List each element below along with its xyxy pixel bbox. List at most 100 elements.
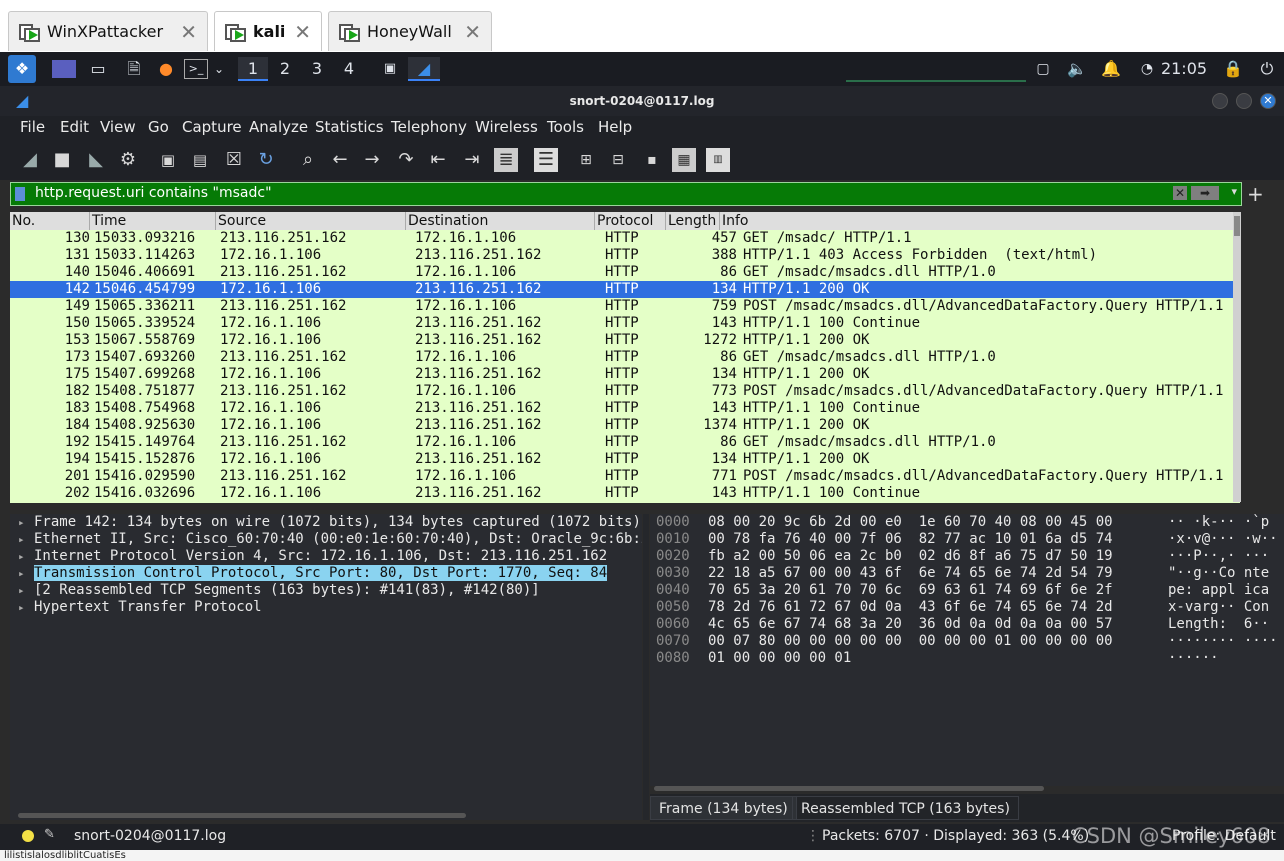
terminal-icon[interactable]: >_ [184, 59, 208, 79]
detail-tree-item[interactable]: ▸ Hypertext Transfer Protocol [10, 599, 642, 616]
expert-info-icon[interactable] [22, 830, 34, 842]
vm-tab-kali[interactable]: kali ✕ [214, 11, 322, 51]
save-file-icon[interactable]: ▤ [188, 148, 212, 172]
packet-row[interactable]: 131 15033.114263 172.16.1.106 213.116.251.1… [10, 247, 1240, 264]
hex-bytes[interactable]: 70 65 3a 20 61 70 70 6c 69 63 61 74 69 6… [708, 582, 1168, 599]
bell-icon[interactable]: 🔔 [1100, 57, 1122, 81]
menu-tools[interactable]: Tools [547, 118, 584, 136]
hex-ascii[interactable]: ·x·v@··· ·w·· [1168, 531, 1278, 548]
packet-row[interactable]: 175 15407.699268 172.16.1.106 213.116.251.1… [10, 366, 1240, 383]
close-icon[interactable]: ✕ [464, 20, 481, 44]
col-time[interactable]: Time [90, 212, 216, 230]
desktop-icon[interactable] [52, 60, 76, 78]
packet-row[interactable]: 142 15046.454799 172.16.1.106 213.116.251.1… [10, 281, 1240, 298]
go-to-packet-icon[interactable]: ↷ [394, 148, 418, 172]
expand-arrow-icon[interactable]: ▸ [18, 514, 34, 531]
terminal-window-icon[interactable]: ▣ [378, 57, 402, 81]
hex-bytes[interactable]: fb a2 00 50 06 ea 2c b0 02 d6 8f a6 75 d… [708, 548, 1168, 565]
bytes-scrollbar[interactable] [654, 786, 1044, 791]
normal-size-icon[interactable]: ▪ [640, 148, 664, 172]
packet-row[interactable]: 192 15415.149764 213.116.251.162 172.16.1.1… [10, 434, 1240, 451]
firefox-icon[interactable]: ● [154, 57, 178, 81]
first-packet-icon[interactable]: ⇤ [426, 148, 450, 172]
details-scrollbar[interactable] [18, 813, 466, 818]
hex-ascii[interactable]: ···P··,· ··· [1168, 548, 1269, 565]
packet-row[interactable]: 130 15033.093216 213.116.251.162 172.16.1.1… [10, 230, 1240, 247]
hex-bytes[interactable]: 00 07 80 00 00 00 00 00 00 00 00 01 00 0… [708, 633, 1168, 650]
col-destination[interactable]: Destination [406, 212, 595, 230]
text-editor-icon[interactable]: 🗎 [122, 57, 146, 81]
autoscroll-icon[interactable]: ≣ [494, 148, 518, 172]
packet-row[interactable]: 153 15067.558769 172.16.1.106 213.116.251.1… [10, 332, 1240, 349]
volume-icon[interactable]: 🔈 [1066, 57, 1088, 81]
lock-icon[interactable]: 🔒 [1222, 57, 1244, 81]
menu-go[interactable]: Go [148, 118, 169, 136]
expand-arrow-icon[interactable]: ▸ [18, 531, 34, 548]
packet-row[interactable]: 201 15416.029590 213.116.251.162 172.16.1.1… [10, 468, 1240, 485]
menu-statistics[interactable]: Statistics [315, 118, 384, 136]
detail-tree-item[interactable]: ▸ Internet Protocol Version 4, Src: 172.1… [10, 548, 642, 565]
maximize-button[interactable] [1236, 93, 1252, 109]
display-filter-bar[interactable]: http.request.uri contains "msadc" ✕ ➡ ▾ [10, 182, 1242, 206]
layout-icon[interactable]: ▥ [706, 148, 730, 172]
detail-tree-item[interactable]: ▸ [2 Reassembled TCP Segments (163 bytes)… [10, 582, 642, 599]
minimize-button[interactable] [1212, 93, 1228, 109]
kali-menu-icon[interactable]: ❖ [8, 55, 36, 83]
close-button[interactable]: ✕ [1260, 93, 1276, 109]
packet-row[interactable]: 202 15416.032696 172.16.1.106 213.116.251.1… [10, 485, 1240, 502]
packet-row[interactable]: 183 15408.754968 172.16.1.106 213.116.251.1… [10, 400, 1240, 417]
add-filter-button[interactable]: + [1247, 182, 1264, 206]
menu-edit[interactable]: Edit [60, 118, 89, 136]
wireshark-window-icon[interactable]: ◢ [408, 57, 440, 81]
hex-ascii[interactable]: pe: appl ica [1168, 582, 1269, 599]
last-packet-icon[interactable]: ⇥ [460, 148, 484, 172]
workspace-4[interactable]: 4 [336, 57, 362, 81]
display-filter-input[interactable]: http.request.uri contains "msadc" [35, 185, 272, 201]
col-protocol[interactable]: Protocol [595, 212, 666, 230]
close-icon[interactable]: ✕ [294, 20, 311, 44]
tab-frame-bytes[interactable]: Frame (134 bytes) [650, 796, 797, 820]
packet-row[interactable]: 150 15065.339524 172.16.1.106 213.116.251.1… [10, 315, 1240, 332]
reload-file-icon[interactable]: ↻ [254, 148, 278, 172]
clear-filter-icon[interactable]: ✕ [1173, 186, 1187, 200]
display-icon[interactable]: ▢ [1032, 57, 1054, 81]
hex-ascii[interactable]: ·· ·k-·· ·`p [1168, 514, 1269, 531]
hex-bytes[interactable]: 78 2d 76 61 72 67 0d 0a 43 6f 6e 74 65 6… [708, 599, 1168, 616]
go-back-icon[interactable]: ← [328, 148, 352, 172]
menu-capture[interactable]: Capture [182, 118, 242, 136]
close-file-icon[interactable]: ☒ [222, 148, 246, 172]
hex-ascii[interactable]: ········ ···· [1168, 633, 1278, 650]
vm-tab-winxpattacker[interactable]: WinXPattacker ✕ [8, 11, 208, 51]
menu-analyze[interactable]: Analyze [249, 118, 308, 136]
pane-splitter[interactable] [643, 514, 649, 820]
hex-bytes[interactable]: 00 78 fa 76 40 00 7f 06 82 77 ac 10 01 6… [708, 531, 1168, 548]
hex-ascii[interactable]: x-varg·· Con [1168, 599, 1269, 616]
workspace-3[interactable]: 3 [304, 57, 330, 81]
hex-bytes[interactable]: 4c 65 6e 67 74 68 3a 20 36 0d 0a 0d 0a 0… [708, 616, 1168, 633]
stop-capture-icon[interactable]: ■ [50, 148, 74, 172]
chevron-down-icon[interactable]: ⌄ [212, 57, 226, 81]
menu-telephony[interactable]: Telephony [391, 118, 467, 136]
workspace-1[interactable]: 1 [238, 57, 268, 81]
close-icon[interactable]: ✕ [180, 20, 197, 44]
col-source[interactable]: Source [216, 212, 406, 230]
find-packet-icon[interactable]: ⌕ [296, 148, 320, 172]
detail-tree-item[interactable]: ▸ Transmission Control Protocol, Src Port… [10, 565, 642, 582]
resize-columns-icon[interactable]: ▦ [672, 148, 696, 172]
packet-list-scrollbar[interactable] [1233, 212, 1241, 502]
packet-row[interactable]: 182 15408.751877 213.116.251.162 172.16.1.1… [10, 383, 1240, 400]
packet-row[interactable]: 173 15407.693260 213.116.251.162 172.16.1.1… [10, 349, 1240, 366]
bookmark-icon[interactable] [15, 187, 25, 201]
restart-capture-icon[interactable]: ◣ [84, 148, 108, 172]
col-length[interactable]: Length [666, 212, 720, 230]
hex-ascii[interactable]: "··g··Co nte [1168, 565, 1269, 582]
detail-tree-item[interactable]: ▸ Frame 142: 134 bytes on wire (1072 bits… [10, 514, 642, 531]
hex-ascii[interactable]: ······ [1168, 650, 1219, 667]
logout-icon[interactable]: ⏻ [1256, 57, 1278, 81]
tab-reassembled-tcp[interactable]: Reassembled TCP (163 bytes) [792, 796, 1019, 820]
apply-filter-icon[interactable]: ➡ [1191, 186, 1219, 200]
expand-arrow-icon[interactable]: ▸ [18, 565, 34, 582]
col-no[interactable]: No. [10, 212, 90, 230]
col-info[interactable]: Info [720, 212, 1240, 230]
hex-bytes[interactable]: 01 00 00 00 00 01 [708, 650, 1168, 667]
